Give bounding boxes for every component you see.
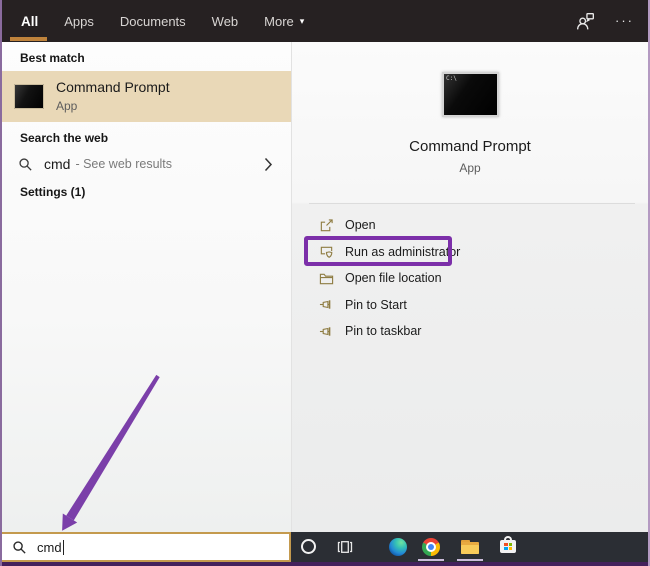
search-results-panel: Best match Command Prompt App Search the… bbox=[2, 42, 291, 532]
settings-header: Settings (1) bbox=[20, 185, 85, 199]
action-open[interactable]: Open bbox=[292, 212, 648, 239]
pin-icon bbox=[319, 324, 334, 339]
tab-more-label: More bbox=[264, 14, 294, 29]
best-match-header: Best match bbox=[20, 51, 85, 65]
frame-border-bottom bbox=[0, 562, 650, 566]
search-filter-tabs: All Apps Documents Web More ▾ bbox=[0, 0, 317, 42]
user-feedback-icon[interactable] bbox=[576, 12, 595, 31]
action-open-label: Open bbox=[345, 218, 376, 232]
tab-web-label: Web bbox=[212, 14, 239, 29]
file-explorer-icon[interactable] bbox=[461, 540, 479, 554]
best-match-subtitle: App bbox=[56, 99, 77, 113]
web-query-text: cmd bbox=[44, 156, 70, 172]
tab-documents[interactable]: Documents bbox=[107, 0, 199, 42]
tab-apps-label: Apps bbox=[64, 14, 94, 29]
command-prompt-icon bbox=[14, 84, 44, 109]
chevron-right-icon bbox=[264, 157, 273, 172]
search-icon bbox=[18, 157, 33, 172]
action-file-location-label: Open file location bbox=[345, 271, 442, 285]
pin-icon bbox=[319, 297, 334, 312]
more-options-icon[interactable]: ··· bbox=[615, 16, 634, 26]
tab-apps[interactable]: Apps bbox=[51, 0, 107, 42]
action-pin-taskbar-label: Pin to taskbar bbox=[345, 324, 421, 338]
action-run-admin-label: Run as administrator bbox=[345, 245, 460, 259]
tab-web[interactable]: Web bbox=[199, 0, 252, 42]
windows-search-panel: All Apps Documents Web More ▾ bbox=[0, 0, 650, 566]
command-prompt-large-icon: C:\ bbox=[442, 72, 499, 117]
file-explorer-running-indicator bbox=[457, 559, 483, 561]
preview-divider bbox=[309, 203, 635, 204]
task-view-icon[interactable] bbox=[337, 539, 353, 555]
run-admin-icon bbox=[319, 244, 334, 259]
command-prompt-icon-text: C:\ bbox=[446, 75, 457, 82]
search-tabs-bar: All Apps Documents Web More ▾ bbox=[0, 0, 650, 42]
tab-all[interactable]: All bbox=[8, 0, 51, 42]
preview-app-title: Command Prompt bbox=[292, 138, 648, 155]
action-run-as-administrator[interactable]: Run as administrator bbox=[292, 239, 648, 266]
context-actions-list: Open Run as administrator bbox=[292, 212, 648, 345]
taskbar bbox=[291, 532, 650, 562]
tab-all-label: All bbox=[21, 14, 38, 29]
best-match-title: Command Prompt bbox=[56, 79, 170, 95]
action-open-file-location[interactable]: Open file location bbox=[292, 265, 648, 292]
search-input-value: cmd bbox=[37, 540, 62, 555]
preview-app-subtitle: App bbox=[292, 161, 648, 175]
store-icon[interactable] bbox=[500, 538, 516, 553]
tab-more[interactable]: More ▾ bbox=[251, 0, 317, 42]
taskbar-search-box[interactable]: cmd bbox=[0, 532, 291, 562]
web-suffix-text: - See web results bbox=[75, 157, 172, 171]
action-pin-start-label: Pin to Start bbox=[345, 298, 407, 312]
web-search-result[interactable]: cmd - See web results bbox=[2, 149, 291, 179]
best-match-result-command-prompt[interactable]: Command Prompt App bbox=[2, 71, 291, 122]
topbar-right-icons: ··· bbox=[576, 12, 650, 31]
text-cursor bbox=[63, 540, 64, 555]
chevron-down-icon: ▾ bbox=[300, 16, 305, 27]
open-icon bbox=[319, 218, 334, 233]
search-icon bbox=[12, 540, 27, 555]
file-location-icon bbox=[319, 271, 334, 286]
action-pin-to-start[interactable]: Pin to Start bbox=[292, 292, 648, 319]
action-pin-to-taskbar[interactable]: Pin to taskbar bbox=[292, 318, 648, 345]
search-web-header: Search the web bbox=[20, 131, 108, 145]
tab-documents-label: Documents bbox=[120, 14, 186, 29]
edge-icon[interactable] bbox=[389, 538, 407, 556]
cortana-icon[interactable] bbox=[301, 539, 316, 554]
chrome-icon[interactable] bbox=[422, 538, 440, 556]
frame-border-left bbox=[0, 0, 2, 566]
result-preview-panel: C:\ Command Prompt App Open bbox=[291, 42, 648, 532]
chrome-running-indicator bbox=[418, 559, 444, 561]
